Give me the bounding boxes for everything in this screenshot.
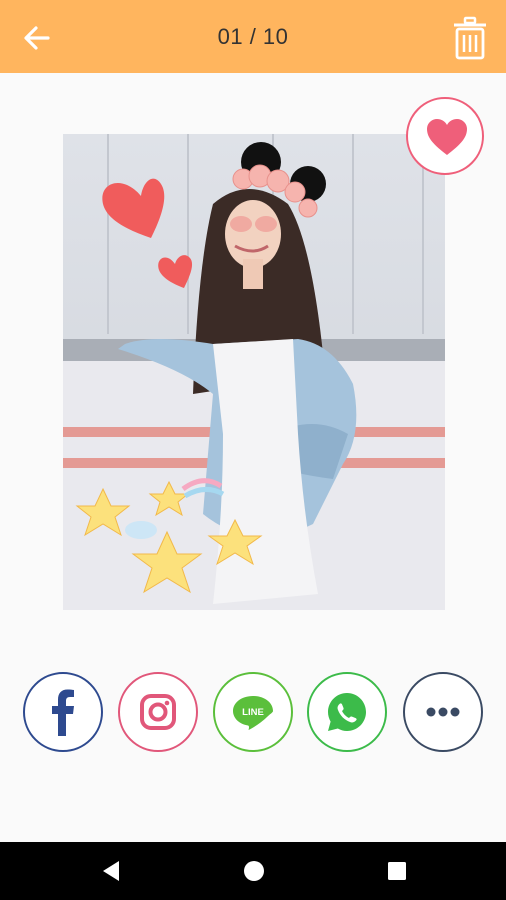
- line-icon: LINE: [233, 696, 273, 730]
- more-icon: [426, 707, 460, 717]
- line-share-button[interactable]: LINE: [213, 672, 293, 752]
- facebook-share-button[interactable]: [23, 672, 103, 752]
- whatsapp-icon: [328, 693, 366, 731]
- instagram-icon: [140, 694, 176, 730]
- system-home-button[interactable]: [239, 856, 269, 886]
- favorite-button[interactable]: [406, 97, 484, 175]
- photo-counter: 01 / 10: [217, 24, 289, 49]
- triangle-back-icon: [103, 861, 119, 881]
- line-icon-label: LINE: [242, 707, 264, 718]
- top-app-bar: 01 / 10: [0, 0, 506, 73]
- heart-icon: [427, 119, 467, 155]
- more-share-button[interactable]: [403, 672, 483, 752]
- circle-home-icon: [244, 861, 264, 881]
- system-recents-button[interactable]: [382, 856, 412, 886]
- whatsapp-share-button[interactable]: [307, 672, 387, 752]
- decorated-photo[interactable]: [63, 134, 445, 610]
- square-recents-icon: [388, 862, 406, 880]
- instagram-share-button[interactable]: [118, 672, 198, 752]
- system-back-button[interactable]: [97, 856, 127, 886]
- share-row: LINE: [0, 672, 506, 752]
- facebook-icon: [52, 689, 74, 736]
- trash-icon: [454, 16, 486, 60]
- system-navigation-bar: [0, 842, 506, 900]
- delete-button[interactable]: [452, 16, 488, 60]
